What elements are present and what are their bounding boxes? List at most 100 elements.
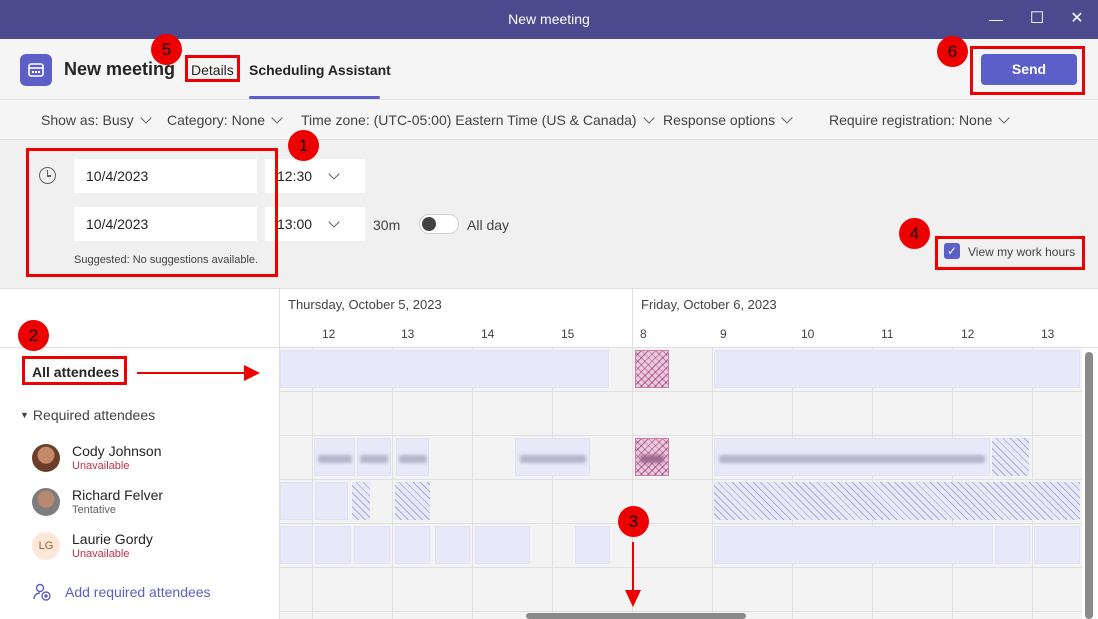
response-options-dropdown[interactable]: Response options [663, 112, 793, 128]
gridline [280, 567, 1082, 568]
tentative-block [395, 482, 430, 520]
hour-label: 8 [640, 327, 647, 341]
chevron-down-icon [328, 216, 340, 228]
active-tab-indicator [249, 96, 380, 99]
blurred-text [719, 455, 985, 463]
start-time-field[interactable]: 12:30 [265, 159, 365, 193]
tab-scheduling-assistant[interactable]: Scheduling Assistant [249, 62, 391, 78]
gridline [392, 348, 393, 619]
busy-block [1034, 526, 1080, 564]
tentative-block [714, 482, 1080, 520]
category-dropdown[interactable]: Category: None [167, 112, 283, 128]
toggle-knob [422, 217, 436, 231]
busy-block [515, 438, 590, 476]
busy-block [475, 526, 530, 564]
arrow-head-icon [625, 590, 641, 607]
all-day-toggle[interactable] [419, 214, 459, 234]
blurred-text [318, 455, 352, 463]
gridline [280, 435, 1082, 436]
annotation-badge: 5 [151, 34, 182, 65]
annotation-arrow [137, 372, 247, 374]
hour-label: 13 [1041, 327, 1055, 341]
busy-block [395, 526, 430, 564]
hour-label: 10 [801, 327, 815, 341]
view-work-hours-checkbox[interactable]: ✓ [944, 243, 960, 259]
busy-block [280, 526, 313, 564]
maximize-button[interactable]: ☐ [1024, 7, 1050, 31]
busy-block [280, 482, 313, 520]
all-day-label: All day [467, 217, 510, 233]
minimize-button[interactable]: — [983, 7, 1009, 31]
chevron-down-icon [998, 112, 1011, 124]
registration-dropdown[interactable]: Require registration: None [829, 112, 1011, 128]
end-time-field[interactable]: 13:00 [265, 207, 365, 241]
timezone-dropdown[interactable]: Time zone: (UTC-05:00) Eastern Time (US … [301, 112, 655, 128]
calendar-icon [20, 54, 52, 86]
attendee-name: Laurie Gordy [72, 531, 153, 547]
blurred-text [640, 455, 664, 463]
vertical-scrollbar[interactable] [1085, 352, 1093, 619]
busy-block [714, 526, 993, 564]
busy-block [314, 438, 355, 476]
hour-label: 15 [561, 327, 575, 341]
end-date-field[interactable]: 10/4/2023 [74, 207, 257, 241]
hour-label: 14 [481, 327, 495, 341]
busy-block [714, 350, 1080, 388]
hour-label: 12 [322, 327, 336, 341]
busy-block [995, 526, 1030, 564]
annotation-badge: 1 [288, 130, 319, 161]
suggestions-text: Suggested: No suggestions available. [74, 254, 259, 266]
start-date-field[interactable]: 10/4/2023 [74, 159, 257, 193]
tentative-block [992, 438, 1029, 476]
annotation-badge: 4 [899, 218, 930, 249]
window-title: New meeting [508, 11, 590, 27]
attendee-name: Cody Johnson [72, 443, 162, 459]
avatar [32, 444, 60, 472]
annotation-badge: 6 [937, 36, 968, 67]
show-as-dropdown[interactable]: Show as: Busy [41, 112, 152, 128]
horizontal-scrollbar[interactable] [526, 613, 746, 619]
tab-details[interactable]: Details [191, 62, 234, 78]
send-button[interactable]: Send [981, 54, 1077, 85]
day-header-thursday: Thursday, October 5, 2023 [288, 297, 442, 312]
out-of-office-block [635, 350, 669, 388]
required-attendees-toggle[interactable]: ▼ Required attendees [20, 407, 155, 423]
chevron-down-icon [271, 112, 283, 124]
busy-block [435, 526, 470, 564]
avatar: LG [32, 532, 60, 560]
add-person-icon [32, 582, 52, 605]
gridline [552, 348, 553, 619]
annotation-arrow [632, 542, 634, 594]
busy-block [354, 526, 390, 564]
clock-icon [39, 167, 56, 184]
blurred-text [399, 455, 427, 463]
annotation-badge: 2 [18, 320, 49, 351]
arrow-head-icon [244, 365, 260, 381]
divider [632, 288, 633, 348]
hour-label: 9 [720, 327, 727, 341]
busy-block [575, 526, 610, 564]
busy-block [714, 438, 990, 476]
busy-block [396, 438, 429, 476]
attendee-status: Tentative [72, 504, 117, 516]
blurred-text [520, 455, 586, 463]
divider [0, 288, 1098, 289]
view-work-hours-label: View my work hours [968, 245, 1076, 259]
all-attendees-label: All attendees [32, 364, 120, 380]
day-header-friday: Friday, October 6, 2023 [641, 297, 777, 312]
annotation-badge: 3 [618, 506, 649, 537]
attendee-name: Richard Felver [72, 487, 164, 503]
chevron-down-icon [781, 112, 793, 124]
chevron-down-icon [642, 112, 655, 124]
hour-label: 11 [881, 327, 894, 341]
duration-label: 30m [373, 217, 401, 233]
hour-label: 13 [401, 327, 415, 341]
gridline [280, 611, 1082, 612]
tentative-block [352, 482, 370, 520]
caret-down-icon: ▼ [20, 410, 29, 420]
close-button[interactable]: ✕ [1064, 7, 1090, 31]
gridline [280, 391, 1082, 392]
hour-label: 12 [961, 327, 975, 341]
gridline [712, 348, 713, 619]
add-required-attendees-link[interactable]: Add required attendees [65, 584, 211, 600]
